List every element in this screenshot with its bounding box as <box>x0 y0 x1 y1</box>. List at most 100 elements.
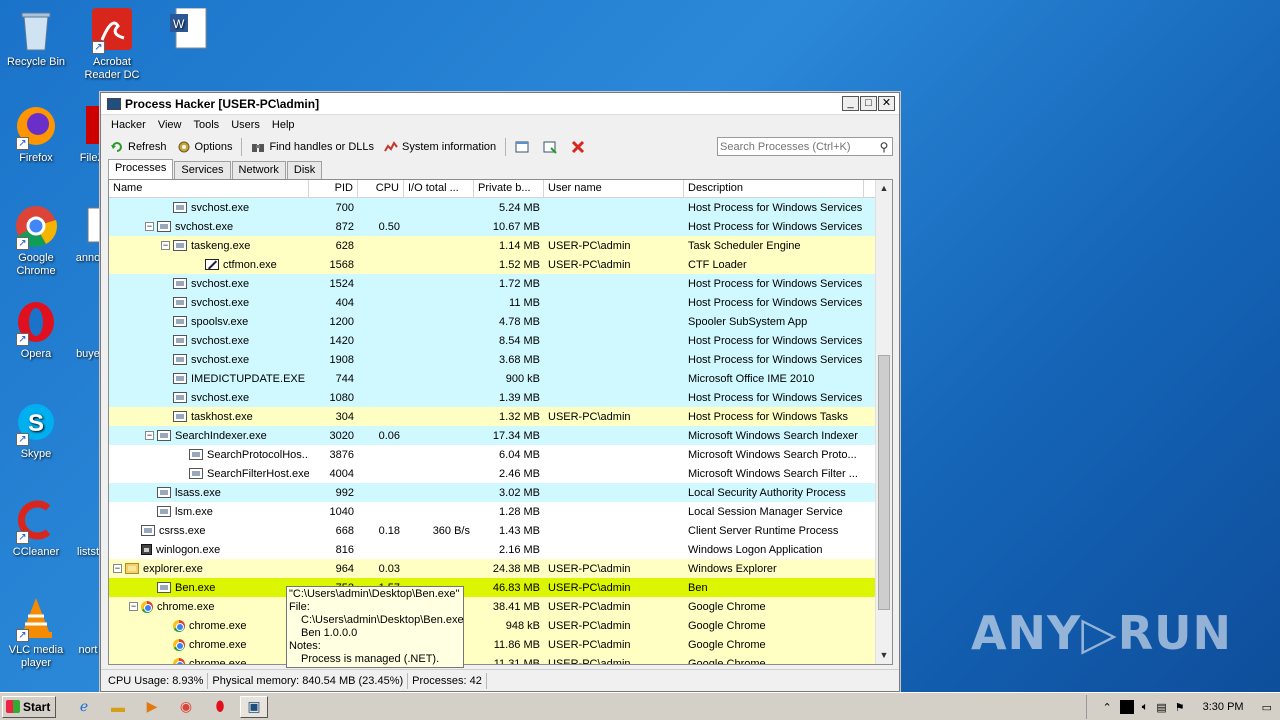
column-description[interactable]: Description <box>684 180 864 197</box>
process-row[interactable]: ctfmon.exe 1568 1.52 MB USER-PC\admin CTF Lo… <box>109 255 877 274</box>
tab-disk[interactable]: Disk <box>286 161 323 179</box>
taskbar-chrome[interactable]: ◉ <box>172 696 200 718</box>
show-desktop-icon[interactable]: ▭ <box>1262 701 1272 714</box>
taskbar-media-player[interactable]: ▶ <box>138 696 166 718</box>
menu-hacker[interactable]: Hacker <box>105 119 152 131</box>
column-name[interactable]: Name <box>109 180 309 197</box>
column-private-bytes[interactable]: Private b... <box>474 180 544 197</box>
process-row[interactable]: taskhost.exe 304 1.32 MB USER-PC\admin Host … <box>109 407 877 426</box>
options-button[interactable]: Options <box>172 136 238 158</box>
collapse-toggle[interactable]: − <box>145 431 154 440</box>
desktop-icon-vlc[interactable]: ↗ VLC media player <box>0 596 72 670</box>
scroll-thumb[interactable] <box>878 355 890 610</box>
window-process-icon <box>157 506 171 517</box>
desktop-icon-acrobat[interactable]: ↗ Acrobat Reader DC <box>76 8 148 82</box>
process-row[interactable]: winlogon.exe 816 2.16 MB Windows Logon Appl… <box>109 540 877 559</box>
show-hidden-icons-icon[interactable]: ⌃ <box>1103 701 1112 714</box>
taskbar-internet-explorer[interactable]: ℯ <box>70 696 98 718</box>
volume-icon[interactable]: 🔈︎ <box>1142 701 1149 714</box>
process-row[interactable]: chrome.exe 948 kB USER-PC\admin Google Chro… <box>109 616 877 635</box>
process-row[interactable]: svchost.exe 404 11 MB Host Process for Wind… <box>109 293 877 312</box>
action-center-flag-icon[interactable]: ⚑ <box>1175 701 1185 714</box>
menu-tools[interactable]: Tools <box>188 119 226 131</box>
tab-network[interactable]: Network <box>231 161 286 179</box>
process-row[interactable]: − SearchIndexer.exe 3020 0.06 17.34 MB Micros… <box>109 426 877 445</box>
process-row[interactable]: svchost.exe 700 5.24 MB Host Process for Wi… <box>109 198 877 217</box>
process-row[interactable]: chrome.exe 11.31 MB USER-PC\admin Google Ch… <box>109 654 877 665</box>
process-row[interactable]: SearchFilterHost.exe 4004 2.46 MB Microsoft… <box>109 464 877 483</box>
taskbar-process-hacker[interactable]: ▣ <box>240 695 268 718</box>
process-private-bytes: 3.68 MB <box>499 353 540 366</box>
desktop-icon-ccleaner[interactable]: ↗ CCleaner <box>0 498 72 559</box>
terminate-button[interactable] <box>566 136 594 158</box>
process-name-cell: − explorer.exe <box>109 563 309 575</box>
taskbar-opera[interactable]: ⬮ <box>206 696 234 718</box>
process-row[interactable]: − chrome.exe 38.41 MB USER-PC\admin Google C… <box>109 597 877 616</box>
process-row[interactable]: IMEDICTUPDATE.EXE 744 900 kB Microsoft Offi… <box>109 369 877 388</box>
find-window-button[interactable] <box>538 136 566 158</box>
refresh-button[interactable]: Refresh <box>105 136 172 158</box>
scroll-up-arrow[interactable]: ▲ <box>876 180 892 197</box>
desktop-icon-firefox[interactable]: ↗ Firefox <box>0 104 72 165</box>
minimize-button[interactable]: _ <box>842 96 859 111</box>
process-hacker-tray-icon[interactable] <box>1119 700 1134 714</box>
process-row[interactable]: svchost.exe 1908 3.68 MB Host Process for W… <box>109 350 877 369</box>
window-process-icon <box>157 487 171 498</box>
process-name-cell: chrome.exe <box>109 619 309 632</box>
maximize-button[interactable]: □ <box>860 96 877 111</box>
process-user-name: USER-PC\admin <box>548 258 631 271</box>
process-row[interactable]: spoolsv.exe 1200 4.78 MB Spooler SubSystem … <box>109 312 877 331</box>
menu-help[interactable]: Help <box>266 119 301 131</box>
firefox-icon: ↗ <box>14 104 58 150</box>
search-processes-box[interactable]: ⚲ <box>717 137 893 156</box>
close-button[interactable]: ✕ <box>878 96 895 111</box>
process-row[interactable]: svchost.exe 1080 1.39 MB Host Process for W… <box>109 388 877 407</box>
collapse-toggle[interactable]: − <box>129 602 138 611</box>
process-pid: 1908 <box>329 353 354 366</box>
menu-view[interactable]: View <box>152 119 188 131</box>
show-window-button[interactable] <box>510 136 538 158</box>
column-cpu[interactable]: CPU <box>358 180 404 197</box>
collapse-toggle[interactable]: − <box>113 564 122 573</box>
desktop-icon-google-chrome[interactable]: ↗ Google Chrome <box>0 204 72 278</box>
system-tray: ⌃ 🔈︎ ▤ ⚑ 3:30 PM ▭ <box>1085 695 1280 719</box>
desktop-icon-opera[interactable]: ↗ Opera <box>0 300 72 361</box>
desktop-icon-skype[interactable]: S ↗ Skype <box>0 400 72 461</box>
tab-services[interactable]: Services <box>174 161 231 179</box>
desktop-icon-recycle-bin[interactable]: Recycle Bin <box>0 8 72 69</box>
process-description: Host Process for Windows Services <box>688 391 863 404</box>
process-name: SearchIndexer.exe <box>175 429 267 442</box>
vertical-scrollbar[interactable]: ▲ ▼ <box>875 180 892 664</box>
process-row[interactable]: − taskeng.exe 628 1.14 MB USER-PC\admin Task … <box>109 236 877 255</box>
process-row[interactable]: lsm.exe 1040 1.28 MB Local Session Manager … <box>109 502 877 521</box>
column-user-name[interactable]: User name <box>544 180 684 197</box>
process-row[interactable]: svchost.exe 1420 8.54 MB Host Process for W… <box>109 331 877 350</box>
column-pid[interactable]: PID <box>309 180 358 197</box>
system-information-button[interactable]: System information <box>379 136 501 158</box>
process-row[interactable]: Ben.exe7521.5746.83 MBUSER-PC\adminBen <box>109 578 877 597</box>
process-row[interactable]: − explorer.exe 964 0.03 24.38 MB USER-PC\admi… <box>109 559 877 578</box>
title-bar[interactable]: Process Hacker [USER-PC\admin] _ □ ✕ <box>101 93 899 115</box>
process-row[interactable]: lsass.exe 992 3.02 MB Local Security Author… <box>109 483 877 502</box>
process-row[interactable]: svchost.exe 1524 1.72 MB Host Process for W… <box>109 274 877 293</box>
collapse-toggle[interactable]: − <box>145 222 154 231</box>
find-handles-button[interactable]: Find handles or DLLs <box>246 136 379 158</box>
process-row[interactable]: SearchProtocolHos... 3876 6.04 MB Microsoft… <box>109 445 877 464</box>
process-row[interactable]: csrss.exe 668 0.18 360 B/s 1.43 MB Client Ser… <box>109 521 877 540</box>
acrobat-icon: ↗ <box>90 8 134 54</box>
column-io-total[interactable]: I/O total ... <box>404 180 474 197</box>
search-processes-input[interactable] <box>720 140 876 153</box>
search-icon[interactable]: ⚲ <box>876 140 892 154</box>
desktop-icon-word-document[interactable]: W <box>152 7 224 56</box>
collapse-toggle[interactable]: − <box>161 241 170 250</box>
menu-users[interactable]: Users <box>225 119 266 131</box>
scroll-down-arrow[interactable]: ▼ <box>876 647 892 664</box>
tab-processes[interactable]: Processes <box>108 159 174 179</box>
clock[interactable]: 3:30 PM <box>1203 701 1244 713</box>
process-row[interactable]: − svchost.exe 872 0.50 10.67 MB Host Process … <box>109 217 877 236</box>
taskbar-explorer[interactable]: ▬ <box>104 696 132 718</box>
start-button[interactable]: Start <box>2 695 56 718</box>
process-user-name: USER-PC\admin <box>548 657 631 665</box>
process-row[interactable]: chrome.exe 11.86 MB USER-PC\admin Google Ch… <box>109 635 877 654</box>
network-icon[interactable]: ▤ <box>1156 701 1166 714</box>
